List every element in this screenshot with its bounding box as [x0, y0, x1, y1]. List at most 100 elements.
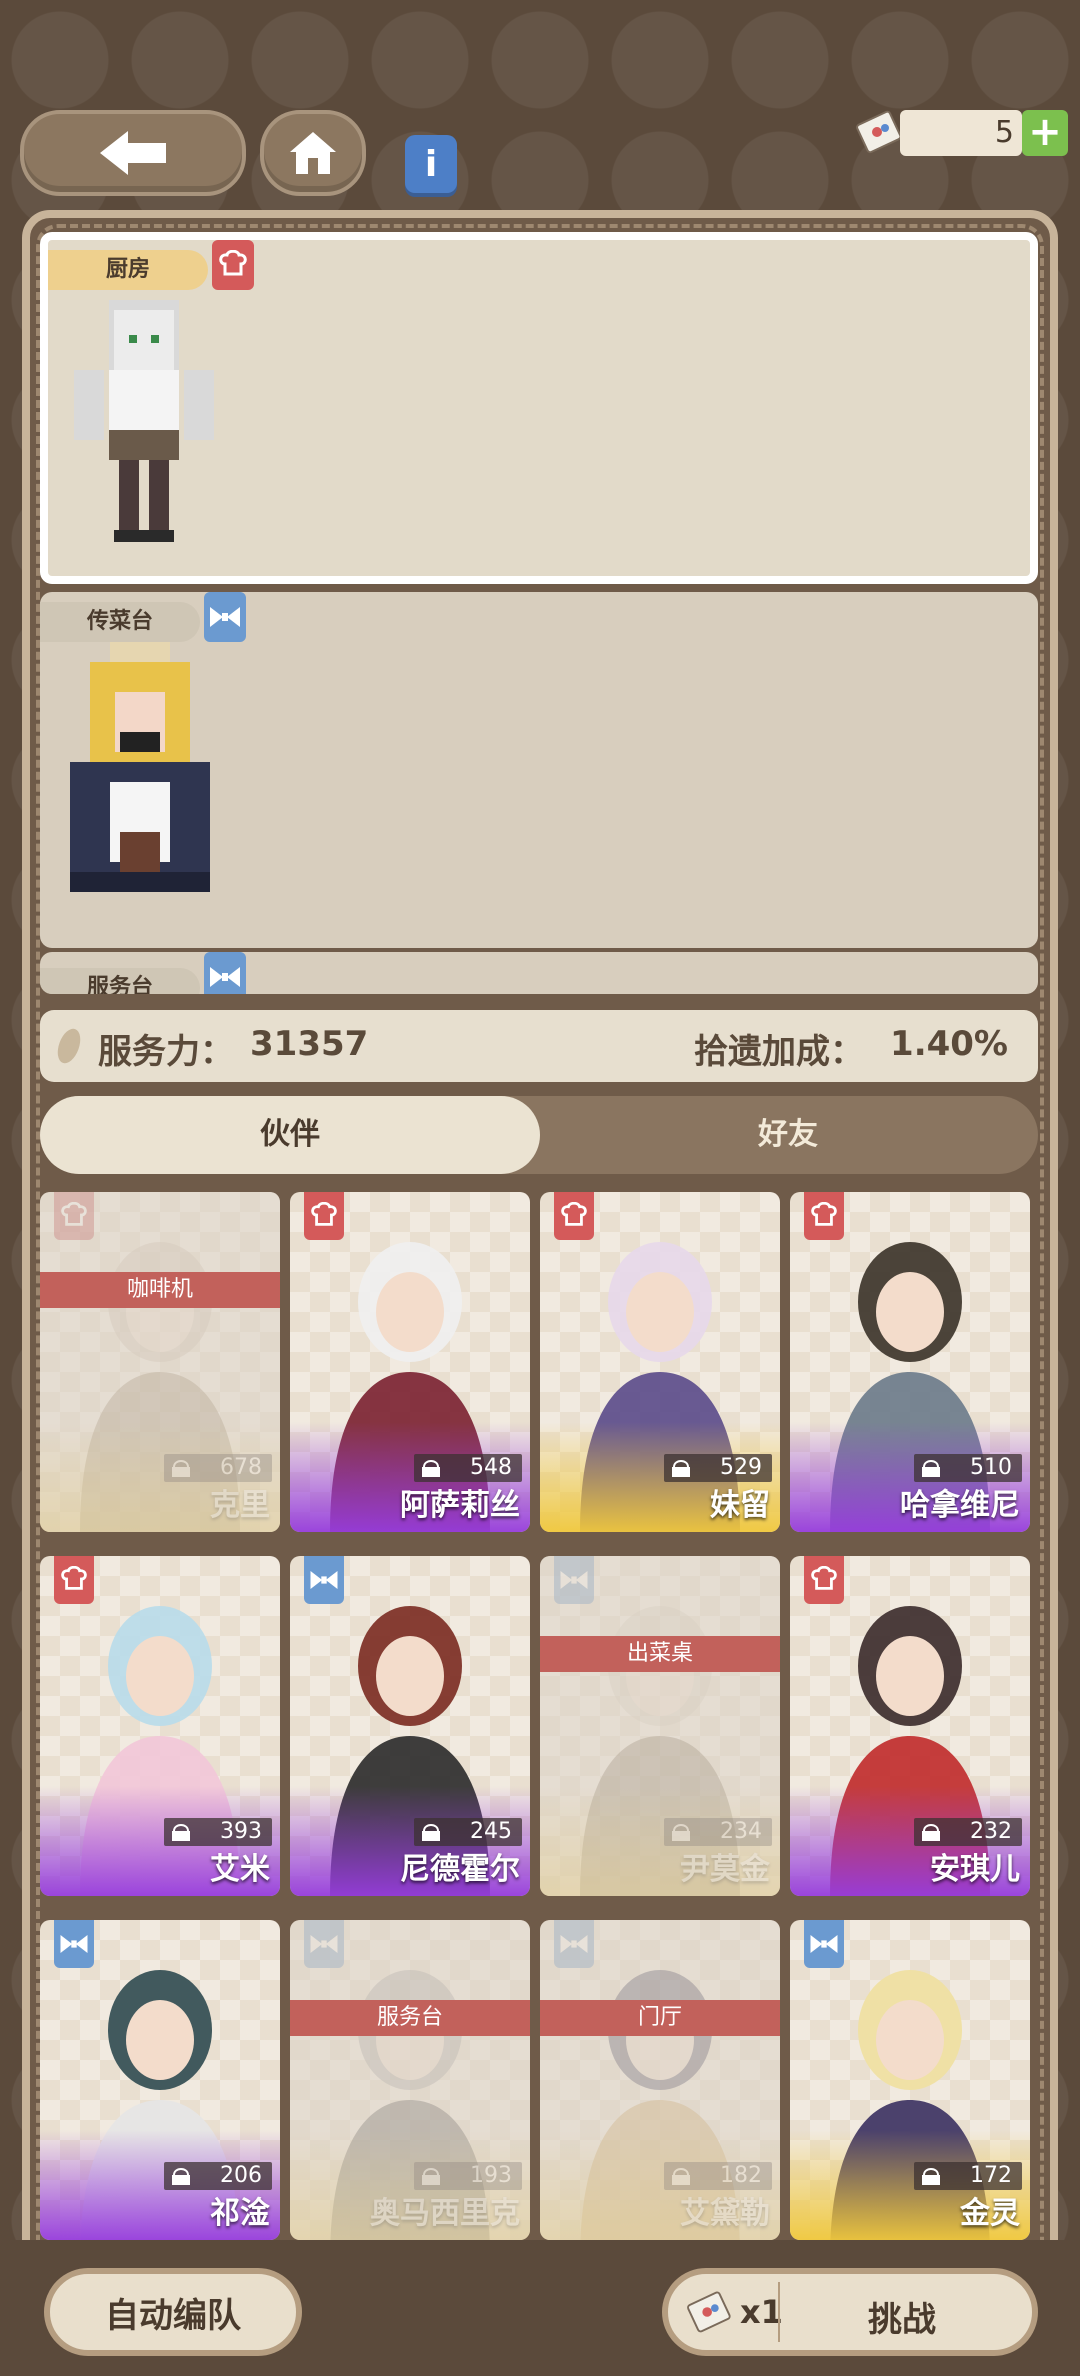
- partner-card[interactable]: 172 金灵: [790, 1920, 1030, 2240]
- tab-bar: 伙伴 好友: [40, 1096, 1038, 1174]
- power-icon: [672, 2168, 690, 2185]
- card-power-value: 193: [470, 2163, 512, 2188]
- power-icon: [172, 1824, 190, 1841]
- card-power-value: 245: [470, 1819, 512, 1844]
- bowtie-icon: [204, 592, 246, 642]
- power-icon: [172, 2168, 190, 2185]
- bonus-value: 1.40%: [890, 1024, 1008, 1064]
- bowtie-icon: [554, 1920, 594, 1968]
- chef-hat-icon: [212, 240, 254, 290]
- assigned-station-tag: 门厅: [540, 2000, 780, 2036]
- card-power-value: 234: [720, 1819, 762, 1844]
- card-name: 金灵: [960, 2196, 1020, 2231]
- card-name: 阿萨莉丝: [400, 1488, 520, 1523]
- card-power-value: 182: [720, 2163, 762, 2188]
- bowtie-icon: [304, 1556, 344, 1604]
- power-icon: [172, 1460, 190, 1477]
- card-power-value: 548: [470, 1455, 512, 1480]
- stats-bar: 服务力： 31357 拾遗加成： 1.40%: [40, 1010, 1038, 1082]
- card-name: 尼德霍尔: [400, 1852, 520, 1887]
- bowtie-icon: [304, 1920, 344, 1968]
- character-portrait: [290, 1920, 530, 2240]
- bowtie-icon: [804, 1920, 844, 1968]
- serving-counter-slot[interactable]: 传菜台: [40, 592, 1038, 948]
- partner-card[interactable]: 232 安琪儿: [790, 1556, 1030, 1896]
- card-power: 232: [914, 1818, 1022, 1846]
- power-icon: [922, 2168, 940, 2185]
- partner-card[interactable]: 548 阿萨莉丝: [290, 1192, 530, 1532]
- feather-icon: [57, 1028, 81, 1064]
- tab-friends[interactable]: 好友: [538, 1096, 1038, 1174]
- serving-character-sprite: [70, 642, 210, 892]
- partner-card[interactable]: 出菜桌 234 尹莫金: [540, 1556, 780, 1896]
- auto-formation-button[interactable]: 自动编队: [44, 2268, 302, 2356]
- partner-card[interactable]: 206 祁淦: [40, 1920, 280, 2240]
- power-icon: [422, 1460, 440, 1477]
- assigned-station-tag: 咖啡机: [40, 1272, 280, 1308]
- info-button[interactable]: i: [405, 135, 457, 193]
- partner-card[interactable]: 245 尼德霍尔: [290, 1556, 530, 1896]
- ticket-icon: [687, 2291, 731, 2333]
- rarity-glow: [40, 1422, 280, 1532]
- card-power-value: 510: [970, 1455, 1012, 1480]
- service-desk-slot[interactable]: 服务台: [40, 952, 1038, 994]
- bowtie-icon: [54, 1920, 94, 1968]
- card-power: 548: [414, 1454, 522, 1482]
- kitchen-slot[interactable]: 厨房: [40, 232, 1038, 584]
- power-icon: [922, 1824, 940, 1841]
- card-power: 393: [164, 1818, 272, 1846]
- partner-card[interactable]: 529 妹留: [540, 1192, 780, 1532]
- rarity-glow: [540, 1786, 780, 1896]
- card-power-value: 529: [720, 1455, 762, 1480]
- chef-hat-icon: [54, 1556, 94, 1604]
- partner-card[interactable]: 门厅 182 艾黛勒: [540, 1920, 780, 2240]
- card-power: 182: [664, 2162, 772, 2190]
- back-button[interactable]: [20, 110, 246, 196]
- character-portrait: [540, 1556, 780, 1896]
- power-icon: [422, 1824, 440, 1841]
- back-arrow-icon: [100, 131, 166, 175]
- home-icon: [290, 132, 336, 174]
- card-name: 克里: [210, 1488, 270, 1523]
- card-power-value: 393: [220, 1819, 262, 1844]
- partner-card[interactable]: 510 哈拿维尼: [790, 1192, 1030, 1532]
- add-ticket-button[interactable]: +: [1022, 110, 1068, 156]
- chef-hat-icon: [804, 1192, 844, 1240]
- bowtie-icon: [204, 952, 246, 994]
- card-power: 678: [164, 1454, 272, 1482]
- card-name: 妹留: [710, 1488, 770, 1523]
- tab-partners[interactable]: 伙伴: [40, 1096, 540, 1174]
- partner-card[interactable]: 393 艾米: [40, 1556, 280, 1896]
- bowtie-icon: [554, 1556, 594, 1604]
- card-power: 172: [914, 2162, 1022, 2190]
- challenge-cost: x1: [740, 2293, 783, 2331]
- card-power-value: 678: [220, 1455, 262, 1480]
- chef-hat-icon: [304, 1192, 344, 1240]
- card-power: 206: [164, 2162, 272, 2190]
- card-power-value: 232: [970, 1819, 1012, 1844]
- character-portrait: [40, 1192, 280, 1532]
- card-power-value: 172: [970, 2163, 1012, 2188]
- chef-hat-icon: [554, 1192, 594, 1240]
- slot-label: 厨房: [48, 250, 208, 290]
- card-power: 234: [664, 1818, 772, 1846]
- slot-label: 服务台: [40, 968, 200, 994]
- info-icon: i: [424, 143, 438, 185]
- home-button[interactable]: [260, 110, 366, 196]
- assigned-station-tag: 出菜桌: [540, 1636, 780, 1672]
- card-name: 奥马西里克: [370, 2196, 520, 2231]
- card-name: 艾黛勒: [680, 2196, 770, 2231]
- card-name: 尹莫金: [680, 1852, 770, 1887]
- assigned-station-tag: 服务台: [290, 2000, 530, 2036]
- power-icon: [422, 2168, 440, 2185]
- bonus-label: 拾遗加成：: [694, 1032, 864, 1072]
- partner-card[interactable]: 咖啡机 678 克里: [40, 1192, 280, 1532]
- partner-card[interactable]: 服务台 193 奥马西里克: [290, 1920, 530, 2240]
- card-power: 529: [664, 1454, 772, 1482]
- chef-hat-icon: [804, 1556, 844, 1604]
- challenge-button[interactable]: x1 挑战: [662, 2268, 1038, 2356]
- challenge-label: 挑战: [868, 2300, 936, 2340]
- service-power-value: 31357: [250, 1024, 369, 1064]
- card-name: 安琪儿: [930, 1852, 1020, 1887]
- service-power-label: 服务力：: [98, 1032, 234, 1072]
